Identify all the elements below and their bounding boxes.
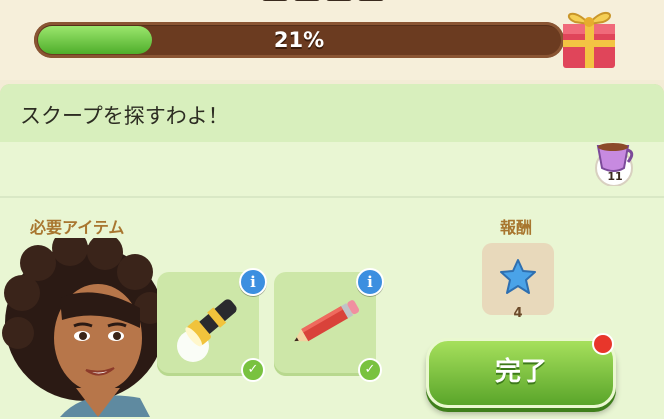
character-portrait: [2, 238, 166, 417]
progress-bar: 21%: [34, 22, 564, 58]
blue-star-icon: [500, 259, 536, 294]
check-icon: ✓: [358, 358, 382, 382]
notification-dot: [592, 333, 614, 355]
info-button[interactable]: i: [356, 268, 384, 296]
required-item-flashlight[interactable]: i ✓: [157, 268, 267, 382]
required-item-pencil[interactable]: i ✓: [274, 268, 384, 382]
reward-label: 報酬: [500, 218, 533, 237]
required-items-label: 必要アイテム: [30, 218, 125, 237]
complete-button[interactable]: 完了: [426, 338, 616, 408]
check-icon: ✓: [241, 358, 265, 382]
info-button[interactable]: i: [239, 268, 267, 296]
top-title-cropped: [262, 0, 412, 4]
pencil-icon: [294, 300, 360, 342]
divider: [0, 196, 664, 198]
reward-item[interactable]: [482, 243, 554, 315]
gift-box-icon[interactable]: [553, 0, 623, 72]
progress-label: 21%: [273, 28, 325, 52]
reward-count: 4: [513, 306, 523, 321]
quest-title: スクープを探すわよ！: [20, 104, 229, 128]
flashlight-icon: [177, 299, 237, 362]
cup-count: 11: [607, 170, 623, 183]
